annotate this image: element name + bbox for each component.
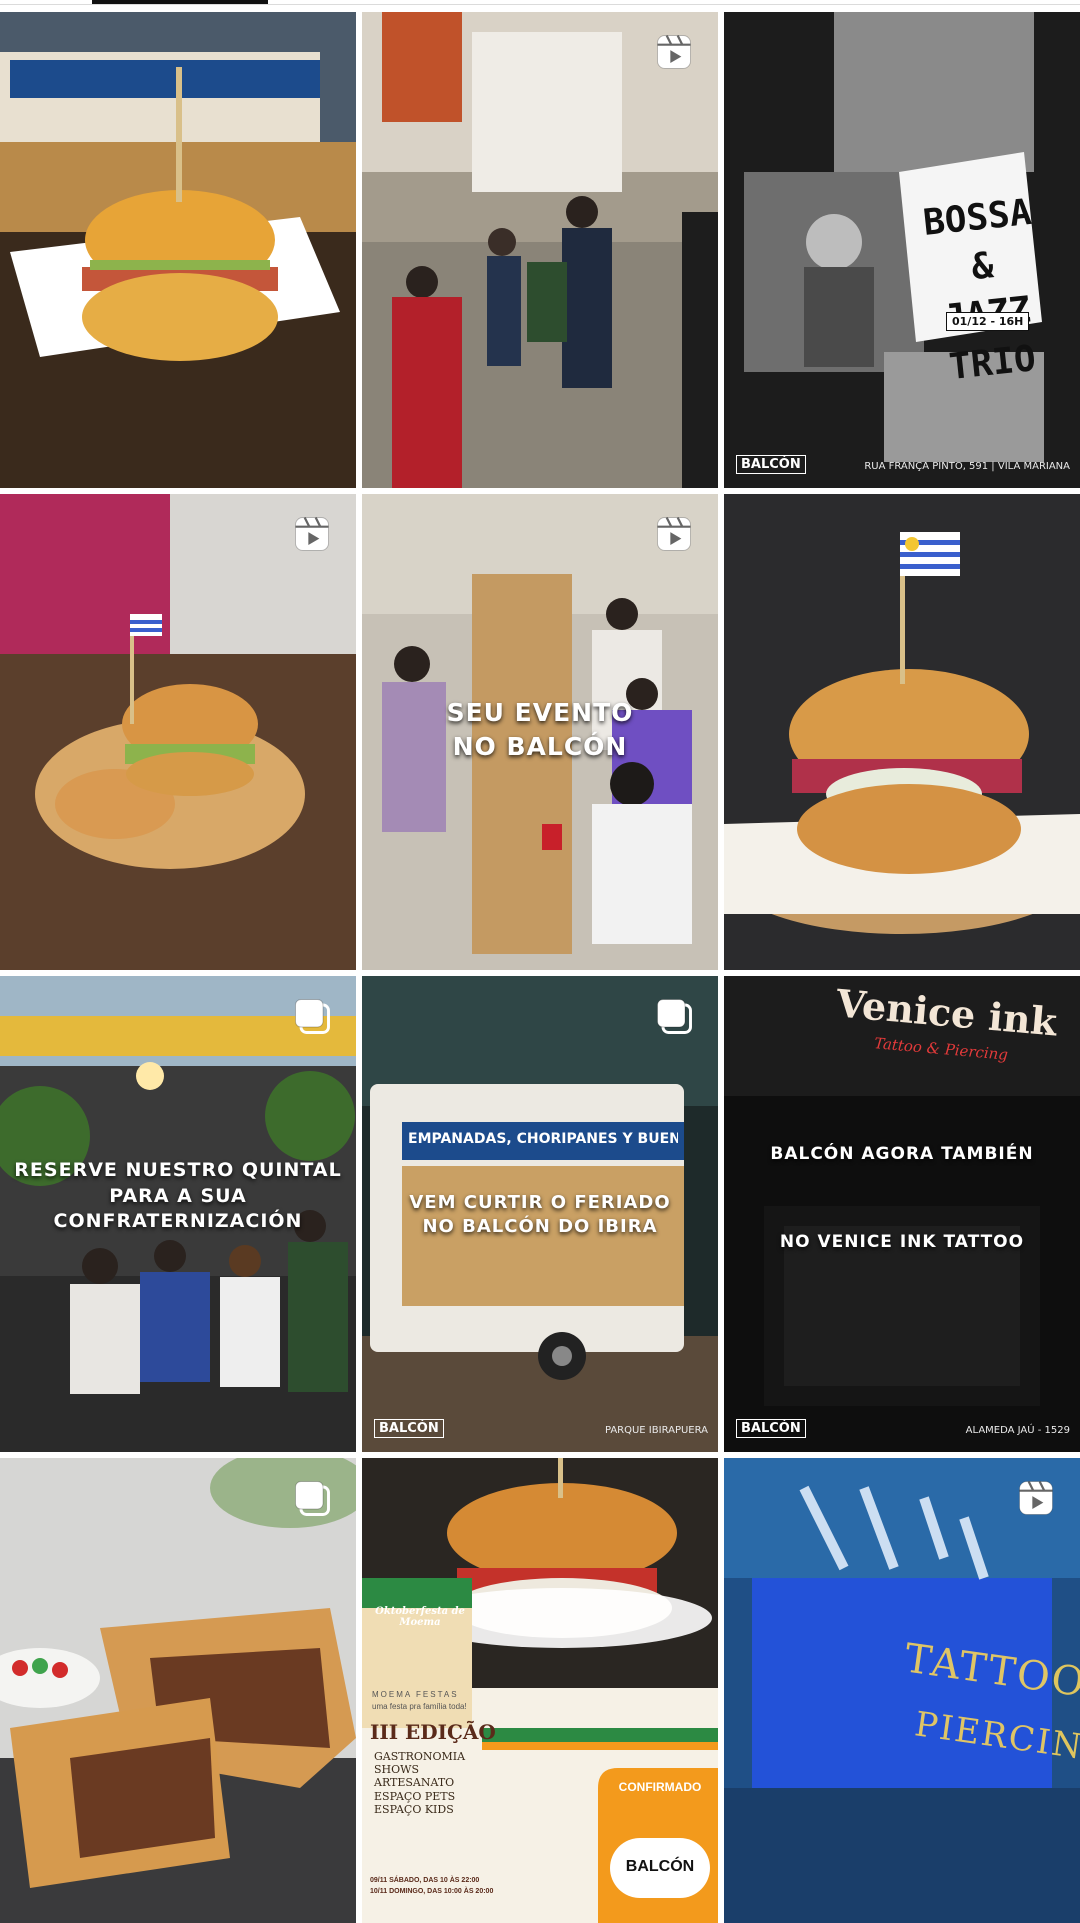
post-tile-7[interactable]: RESERVE NUESTRO QUINTAL PARA A SUA CONFR… (0, 976, 356, 1452)
festival-edition: III EDIÇÃO (370, 1720, 496, 1744)
post-tile-3[interactable]: BOSSA & JAZZ TRIO 01/12 - 16H BALCÓN RUA… (724, 12, 1080, 488)
post-tile-1[interactable] (0, 12, 356, 488)
festival-name: Oktoberfesta de Moema (375, 1606, 465, 1628)
post-tile-4[interactable] (0, 494, 356, 970)
truck-sign: EMPANADAS, CHORIPANES Y BUENA ONDA (408, 1131, 678, 1147)
post-grid: BOSSA & JAZZ TRIO 01/12 - 16H BALCÓN RUA… (0, 12, 1080, 1923)
festival-items-list: GASTRONOMIA SHOWS ARTESANATO ESPAÇO PETS… (374, 1750, 466, 1816)
post-tile-12[interactable]: TATTOO PIERCING (724, 1458, 1080, 1923)
confirmed-label: CONFIRMADO (618, 1780, 702, 1794)
post-tile-11[interactable]: Oktoberfesta de Moema MOEMA FESTAS uma f… (362, 1458, 718, 1923)
tab-bar-divider (0, 4, 1080, 5)
burger-empanada-photo (0, 494, 356, 970)
event-date: 01/12 - 16H (946, 312, 1030, 331)
location-tag: RUA FRANÇA PINTO, 591 | VILA MARIANA (864, 461, 1070, 472)
street-crowd-photo (362, 12, 718, 488)
carousel-icon (290, 994, 334, 1038)
venice-promo-line-2: NO VENICE INK TATTOO (779, 1232, 1025, 1252)
brand-tag: BALCÓN (374, 1419, 444, 1438)
reels-icon (290, 512, 334, 556)
post-tile-6[interactable] (724, 494, 1080, 970)
jazz-poster-title: BOSSA & JAZZ TRIO (921, 191, 1038, 388)
empanada-photo (0, 1458, 356, 1923)
reserve-promo-text: RESERVE NUESTRO QUINTAL PARA A SUA CONFR… (14, 1159, 342, 1233)
festival-dates: 09/11 SÁBADO, DAS 10 ÀS 22:00 10/11 DOMI… (370, 1877, 494, 1895)
burger-photo (0, 12, 356, 488)
reels-icon (1014, 1476, 1058, 1520)
post-tile-8[interactable]: EMPANADAS, CHORIPANES Y BUENA ONDA VEM C… (362, 976, 718, 1452)
location-tag: PARQUE IBIRAPUERA (604, 1425, 708, 1436)
carousel-icon (652, 994, 696, 1038)
post-tile-5[interactable]: SEU EVENTO NO BALCÓN (362, 494, 718, 970)
post-tile-9[interactable]: Venice ink Tattoo & Piercing BALCÓN AGOR… (724, 976, 1080, 1452)
brand-tag: BALCÓN (736, 1419, 806, 1438)
post-tile-2[interactable] (362, 12, 718, 488)
reels-icon (652, 512, 696, 556)
event-promo-text: SEU EVENTO NO BALCÓN (446, 698, 634, 761)
festival-subtitle: MOEMA FESTAS (372, 1690, 459, 1699)
post-tile-10[interactable] (0, 1458, 356, 1923)
carousel-icon (290, 1476, 334, 1520)
location-tag: ALAMEDA JAÚ - 1529 (965, 1425, 1070, 1436)
festival-tagline: uma festa pra família toda! (372, 1702, 467, 1711)
reels-icon (652, 30, 696, 74)
venice-promo-line-1: BALCÓN AGORA TAMBIÉN (770, 1144, 1034, 1164)
burger-flag-photo (724, 494, 1080, 970)
brand-tag: BALCÓN (736, 455, 806, 474)
festival-brand: BALCÓN (625, 1858, 695, 1875)
holiday-promo-text: VEM CURTIR O FERIADO NO BALCÓN DO IBIRA (409, 1192, 671, 1238)
